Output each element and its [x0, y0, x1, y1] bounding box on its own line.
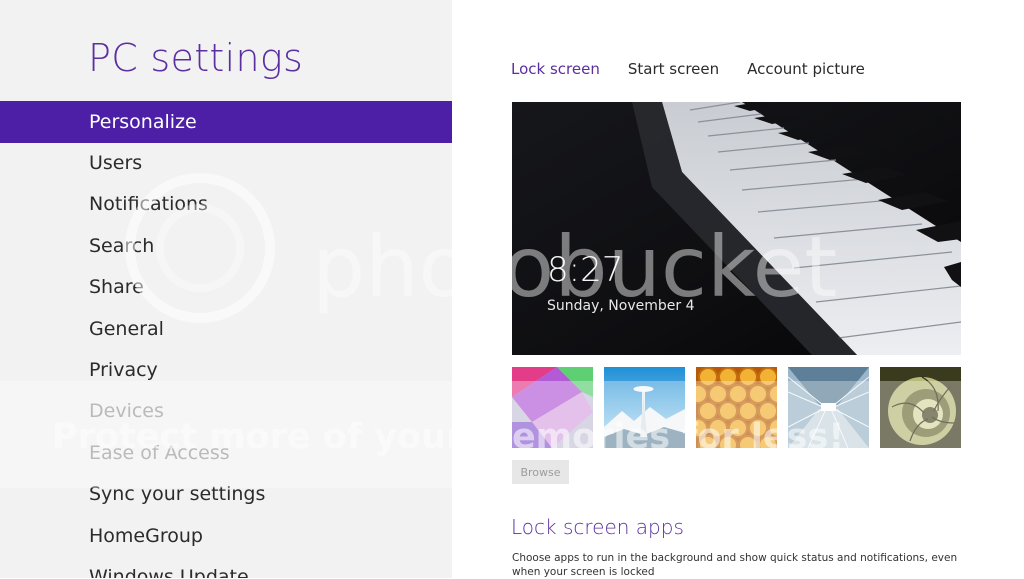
nav-item-windows-update[interactable]: Windows Update [0, 557, 452, 578]
nav-item-general[interactable]: General [0, 309, 452, 350]
lock-screen-apps-title: Lock screen apps [511, 515, 684, 539]
personalize-tabs: Lock screen Start screen Account picture [511, 60, 865, 78]
thumbnail-glass-tunnel[interactable] [788, 367, 869, 448]
lock-screen-date: Sunday, November 4 [547, 298, 695, 314]
page-title: PC settings [88, 36, 304, 80]
nav-item-devices[interactable]: Devices [0, 391, 452, 432]
nav-item-sync-settings[interactable]: Sync your settings [0, 474, 452, 515]
nav-item-privacy[interactable]: Privacy [0, 350, 452, 391]
browse-button[interactable]: Browse [512, 460, 569, 484]
tab-account-picture[interactable]: Account picture [747, 60, 865, 78]
nav-item-ease-of-access[interactable]: Ease of Access [0, 433, 452, 474]
nav-item-search[interactable]: Search [0, 226, 452, 267]
nav-item-share[interactable]: Share [0, 267, 452, 308]
nav-item-personalize[interactable]: Personalize [0, 101, 452, 143]
settings-nav: Personalize Users Notifications Search S… [0, 101, 452, 578]
personalize-panel: Lock screen Start screen Account picture [452, 0, 1024, 578]
nav-item-notifications[interactable]: Notifications [0, 184, 452, 225]
lock-screen-apps-description: Choose apps to run in the background and… [512, 552, 958, 578]
lock-screen-preview: 8:27 Sunday, November 4 [512, 102, 961, 355]
tab-lock-screen[interactable]: Lock screen [511, 60, 600, 78]
nav-item-users[interactable]: Users [0, 143, 452, 184]
thumbnail-honeycomb[interactable] [696, 367, 777, 448]
lock-screen-thumbnails [512, 367, 961, 448]
piano-keys-image [512, 102, 961, 355]
thumbnail-geometric[interactable] [512, 367, 593, 448]
thumbnail-space-needle[interactable] [604, 367, 685, 448]
nav-item-homegroup[interactable]: HomeGroup [0, 516, 452, 557]
settings-sidebar: PC settings Personalize Users Notificati… [0, 0, 452, 578]
thumbnail-nautilus[interactable] [880, 367, 961, 448]
lock-screen-clock: 8:27 [547, 250, 624, 290]
tab-start-screen[interactable]: Start screen [628, 60, 719, 78]
